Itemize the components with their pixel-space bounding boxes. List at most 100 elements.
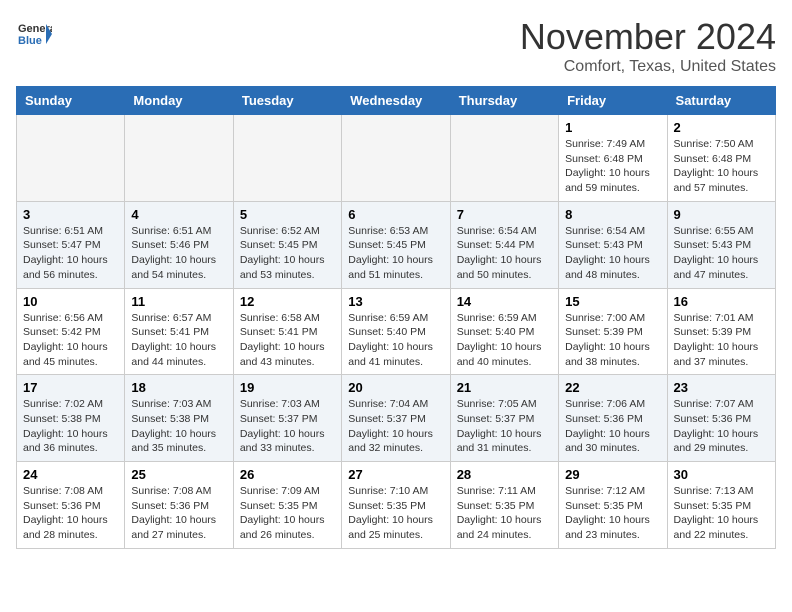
calendar-cell: 26 Sunrise: 7:09 AM Sunset: 5:35 PM Dayli… xyxy=(233,462,341,549)
calendar-cell: 18 Sunrise: 7:03 AM Sunset: 5:38 PM Dayli… xyxy=(125,375,233,462)
calendar-cell: 6 Sunrise: 6:53 AM Sunset: 5:45 PM Daylig… xyxy=(342,201,450,288)
day-number: 11 xyxy=(131,294,226,309)
calendar-cell xyxy=(342,115,450,202)
weekday-header-saturday: Saturday xyxy=(667,87,775,115)
day-info: Sunrise: 7:07 AM Sunset: 5:36 PM Dayligh… xyxy=(674,397,769,456)
day-info: Sunrise: 7:09 AM Sunset: 5:35 PM Dayligh… xyxy=(240,484,335,543)
calendar-cell: 12 Sunrise: 6:58 AM Sunset: 5:41 PM Dayli… xyxy=(233,288,341,375)
day-number: 16 xyxy=(674,294,769,309)
day-info: Sunrise: 7:10 AM Sunset: 5:35 PM Dayligh… xyxy=(348,484,443,543)
day-info: Sunrise: 6:54 AM Sunset: 5:44 PM Dayligh… xyxy=(457,224,552,283)
day-info: Sunrise: 6:56 AM Sunset: 5:42 PM Dayligh… xyxy=(23,311,118,370)
weekday-header-tuesday: Tuesday xyxy=(233,87,341,115)
day-info: Sunrise: 6:54 AM Sunset: 5:43 PM Dayligh… xyxy=(565,224,660,283)
day-info: Sunrise: 7:01 AM Sunset: 5:39 PM Dayligh… xyxy=(674,311,769,370)
day-number: 13 xyxy=(348,294,443,309)
day-info: Sunrise: 6:58 AM Sunset: 5:41 PM Dayligh… xyxy=(240,311,335,370)
calendar-cell: 10 Sunrise: 6:56 AM Sunset: 5:42 PM Dayli… xyxy=(17,288,125,375)
calendar-cell: 27 Sunrise: 7:10 AM Sunset: 5:35 PM Dayli… xyxy=(342,462,450,549)
week-row-4: 24 Sunrise: 7:08 AM Sunset: 5:36 PM Dayli… xyxy=(17,462,776,549)
weekday-header-row: SundayMondayTuesdayWednesdayThursdayFrid… xyxy=(17,87,776,115)
day-number: 8 xyxy=(565,207,660,222)
day-info: Sunrise: 7:12 AM Sunset: 5:35 PM Dayligh… xyxy=(565,484,660,543)
calendar-cell: 2Sunrise: 7:50 AM Sunset: 6:48 PM Daylig… xyxy=(667,115,775,202)
day-info: Sunrise: 6:59 AM Sunset: 5:40 PM Dayligh… xyxy=(457,311,552,370)
weekday-header-friday: Friday xyxy=(559,87,667,115)
day-number: 25 xyxy=(131,467,226,482)
day-number: 28 xyxy=(457,467,552,482)
day-number: 12 xyxy=(240,294,335,309)
calendar-cell xyxy=(17,115,125,202)
day-number: 19 xyxy=(240,380,335,395)
calendar-cell: 15Sunrise: 7:00 AM Sunset: 5:39 PM Dayli… xyxy=(559,288,667,375)
day-info: Sunrise: 7:08 AM Sunset: 5:36 PM Dayligh… xyxy=(23,484,118,543)
day-number: 27 xyxy=(348,467,443,482)
day-number: 26 xyxy=(240,467,335,482)
calendar-cell: 1 Sunrise: 7:49 AM Sunset: 6:48 PM Daylig… xyxy=(559,115,667,202)
calendar-cell xyxy=(450,115,558,202)
calendar-cell: 30 Sunrise: 7:13 AM Sunset: 5:35 PM Dayli… xyxy=(667,462,775,549)
day-number: 18 xyxy=(131,380,226,395)
location: Comfort, Texas, United States xyxy=(520,58,776,76)
header: General Blue November 2024 Comfort, Texa… xyxy=(16,16,776,76)
day-info: Sunrise: 6:55 AM Sunset: 5:43 PM Dayligh… xyxy=(674,224,769,283)
calendar-cell: 20Sunrise: 7:04 AM Sunset: 5:37 PM Dayli… xyxy=(342,375,450,462)
day-info: Sunrise: 7:06 AM Sunset: 5:36 PM Dayligh… xyxy=(565,397,660,456)
day-info: Sunrise: 6:51 AM Sunset: 5:46 PM Dayligh… xyxy=(131,224,226,283)
calendar-cell: 8 Sunrise: 6:54 AM Sunset: 5:43 PM Daylig… xyxy=(559,201,667,288)
day-number: 21 xyxy=(457,380,552,395)
day-info: Sunrise: 6:53 AM Sunset: 5:45 PM Dayligh… xyxy=(348,224,443,283)
calendar-cell: 19 Sunrise: 7:03 AM Sunset: 5:37 PM Dayli… xyxy=(233,375,341,462)
day-number: 20 xyxy=(348,380,443,395)
day-number: 29 xyxy=(565,467,660,482)
calendar-cell: 17 Sunrise: 7:02 AM Sunset: 5:38 PM Dayli… xyxy=(17,375,125,462)
day-info: Sunrise: 6:59 AM Sunset: 5:40 PM Dayligh… xyxy=(348,311,443,370)
day-number: 9 xyxy=(674,207,769,222)
day-number: 23 xyxy=(674,380,769,395)
day-info: Sunrise: 6:57 AM Sunset: 5:41 PM Dayligh… xyxy=(131,311,226,370)
day-info: Sunrise: 7:08 AM Sunset: 5:36 PM Dayligh… xyxy=(131,484,226,543)
day-info: Sunrise: 7:02 AM Sunset: 5:38 PM Dayligh… xyxy=(23,397,118,456)
calendar-cell: 11 Sunrise: 6:57 AM Sunset: 5:41 PM Dayli… xyxy=(125,288,233,375)
logo: General Blue xyxy=(16,16,56,52)
day-number: 1 xyxy=(565,120,660,135)
week-row-1: 3Sunrise: 6:51 AM Sunset: 5:47 PM Daylig… xyxy=(17,201,776,288)
day-number: 10 xyxy=(23,294,118,309)
day-info: Sunrise: 6:52 AM Sunset: 5:45 PM Dayligh… xyxy=(240,224,335,283)
week-row-0: 1 Sunrise: 7:49 AM Sunset: 6:48 PM Daylig… xyxy=(17,115,776,202)
day-info: Sunrise: 7:00 AM Sunset: 5:39 PM Dayligh… xyxy=(565,311,660,370)
calendar-cell: 29 Sunrise: 7:12 AM Sunset: 5:35 PM Dayli… xyxy=(559,462,667,549)
calendar-cell: 3Sunrise: 6:51 AM Sunset: 5:47 PM Daylig… xyxy=(17,201,125,288)
day-number: 5 xyxy=(240,207,335,222)
svg-text:Blue: Blue xyxy=(18,35,42,47)
weekday-header-monday: Monday xyxy=(125,87,233,115)
weekday-header-sunday: Sunday xyxy=(17,87,125,115)
day-number: 7 xyxy=(457,207,552,222)
day-number: 6 xyxy=(348,207,443,222)
weekday-header-wednesday: Wednesday xyxy=(342,87,450,115)
calendar-cell: 21 Sunrise: 7:05 AM Sunset: 5:37 PM Dayli… xyxy=(450,375,558,462)
title-section: November 2024 Comfort, Texas, United Sta… xyxy=(520,16,776,76)
day-info: Sunrise: 6:51 AM Sunset: 5:47 PM Dayligh… xyxy=(23,224,118,283)
day-number: 14 xyxy=(457,294,552,309)
day-info: Sunrise: 7:03 AM Sunset: 5:37 PM Dayligh… xyxy=(240,397,335,456)
logo-icon: General Blue xyxy=(16,16,52,52)
day-info: Sunrise: 7:13 AM Sunset: 5:35 PM Dayligh… xyxy=(674,484,769,543)
calendar-cell: 4 Sunrise: 6:51 AM Sunset: 5:46 PM Daylig… xyxy=(125,201,233,288)
weekday-header-thursday: Thursday xyxy=(450,87,558,115)
day-number: 30 xyxy=(674,467,769,482)
calendar-cell: 24 Sunrise: 7:08 AM Sunset: 5:36 PM Dayli… xyxy=(17,462,125,549)
day-info: Sunrise: 7:49 AM Sunset: 6:48 PM Dayligh… xyxy=(565,137,660,196)
calendar-cell: 9 Sunrise: 6:55 AM Sunset: 5:43 PM Daylig… xyxy=(667,201,775,288)
day-number: 4 xyxy=(131,207,226,222)
calendar-cell xyxy=(125,115,233,202)
month-title: November 2024 xyxy=(520,16,776,58)
day-number: 17 xyxy=(23,380,118,395)
day-number: 24 xyxy=(23,467,118,482)
week-row-3: 17 Sunrise: 7:02 AM Sunset: 5:38 PM Dayli… xyxy=(17,375,776,462)
day-info: Sunrise: 7:05 AM Sunset: 5:37 PM Dayligh… xyxy=(457,397,552,456)
calendar-cell: 7 Sunrise: 6:54 AM Sunset: 5:44 PM Daylig… xyxy=(450,201,558,288)
day-info: Sunrise: 7:03 AM Sunset: 5:38 PM Dayligh… xyxy=(131,397,226,456)
calendar-cell: 23 Sunrise: 7:07 AM Sunset: 5:36 PM Dayli… xyxy=(667,375,775,462)
calendar-cell: 28Sunrise: 7:11 AM Sunset: 5:35 PM Dayli… xyxy=(450,462,558,549)
